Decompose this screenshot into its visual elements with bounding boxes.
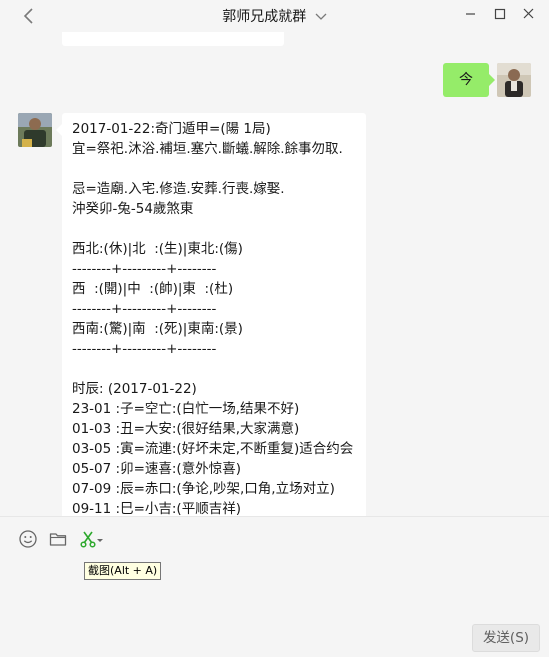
incoming-message-bubble[interactable]: 2017-01-22:奇门遁甲=(陽 1局) 宜=祭祀.沐浴.補垣.塞穴.斷蟻.解… [56, 113, 366, 516]
message-line: 03-05 :寅=流連:(好坏未定,不断重复)适合约会 [72, 441, 354, 457]
maximize-icon[interactable] [491, 6, 509, 22]
chevron-down-icon[interactable] [315, 13, 327, 21]
chat-message-area[interactable]: 今 2017-01-22:奇门遁甲=(陽 1局) 宜=祭祀.沐浴.補垣.塞穴.斷蟻… [0, 32, 549, 516]
message-line: 忌=造廟.入宅.修造.安葬.行喪.嫁娶. [72, 181, 285, 197]
outgoing-message-text: 今 [459, 72, 473, 88]
message-line: 09-11 :巳=小吉:(平顺吉祥) [72, 501, 241, 516]
message-line: 23-01 :子=空亡:(白忙一场,结果不好) [72, 401, 300, 417]
message-line: 05-07 :卯=速喜:(意外惊喜) [72, 461, 241, 477]
message-line: 沖癸卯-兔-54歲煞東 [72, 201, 194, 217]
previous-message-bubble[interactable] [62, 32, 284, 46]
message-line: --------+---------+-------- [72, 261, 217, 277]
chat-title[interactable]: 郭师兄成就群 [222, 9, 306, 25]
input-divider [0, 516, 549, 517]
send-button[interactable]: 发送(S) [472, 624, 540, 652]
sender-avatar[interactable] [18, 113, 52, 147]
message-line [72, 159, 356, 179]
message-line: 西南:(驚)|南 :(死)|東南:(景) [72, 321, 243, 337]
message-line [72, 359, 356, 379]
message-line: 西北:(休)|北 :(生)|東北:(傷) [72, 241, 243, 257]
close-icon[interactable] [520, 6, 538, 22]
message-line: 西 :(開)|中 :(帥)|東 :(杜) [72, 281, 234, 297]
minimize-icon[interactable] [462, 6, 480, 22]
message-line: 时辰: (2017-01-22) [72, 381, 197, 397]
message-line: --------+---------+-------- [72, 341, 217, 357]
message-line: 07-09 :辰=赤口:(争论,吵架,口角,立场对立) [72, 481, 335, 497]
message-line [72, 219, 356, 239]
screenshot-tooltip: 截图(Alt + A) [84, 562, 162, 580]
screenshot-options-chevron-icon[interactable] [96, 529, 104, 549]
self-avatar[interactable] [497, 63, 531, 97]
message-line: 2017-01-22:奇门遁甲=(陽 1局) [72, 121, 271, 137]
message-line: 01-03 :丑=大安:(很好结果,大家满意) [72, 421, 300, 437]
folder-icon[interactable] [48, 529, 68, 549]
title-bar: 郭师兄成就群 [0, 0, 549, 32]
outgoing-message-bubble[interactable]: 今 [443, 63, 495, 97]
emoji-icon[interactable] [18, 529, 38, 549]
message-line: 宜=祭祀.沐浴.補垣.塞穴.斷蟻.解除.餘事勿取. [72, 141, 343, 157]
message-line: --------+---------+-------- [72, 301, 217, 317]
